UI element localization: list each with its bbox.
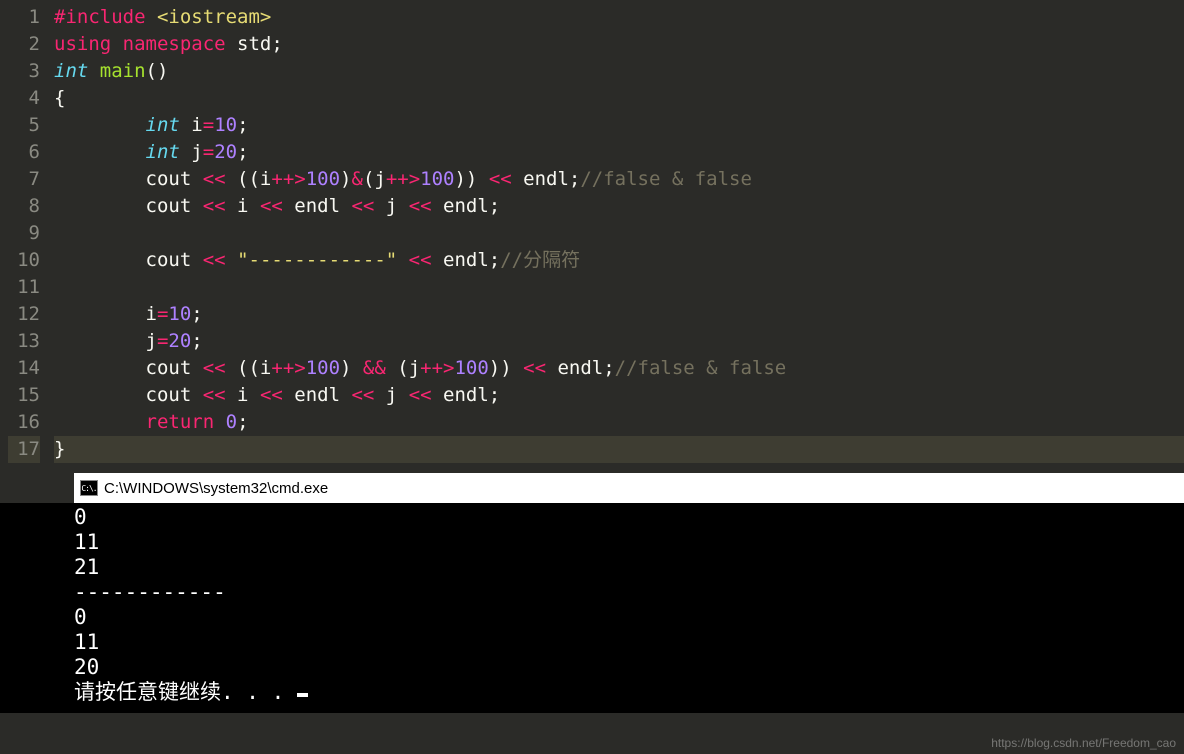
code-editor[interactable]: 1234567891011121314151617 #include <iost…: [0, 0, 1184, 467]
line-number: 5: [8, 112, 40, 139]
code-line[interactable]: int i=10;: [54, 112, 1184, 139]
terminal-window: C:\. C:\WINDOWS\system32\cmd.exe 0 11 21…: [0, 473, 1184, 713]
watermark: https://blog.csdn.net/Freedom_cao: [991, 736, 1176, 750]
line-number: 17: [8, 436, 40, 463]
terminal-text: 0 11 21 ------------ 0 11 20 请按任意键继续. . …: [74, 505, 297, 704]
line-number: 4: [8, 85, 40, 112]
terminal-cursor: [297, 693, 308, 697]
code-line[interactable]: [54, 274, 1184, 301]
cmd-icon: C:\.: [80, 480, 98, 496]
code-line[interactable]: using namespace std;: [54, 31, 1184, 58]
line-number: 14: [8, 355, 40, 382]
code-line[interactable]: cout << ((i++>100) && (j++>100)) << endl…: [54, 355, 1184, 382]
line-number: 7: [8, 166, 40, 193]
code-line[interactable]: cout << "------------" << endl;//分隔符: [54, 247, 1184, 274]
code-line[interactable]: [54, 220, 1184, 247]
line-number: 6: [8, 139, 40, 166]
code-line[interactable]: return 0;: [54, 409, 1184, 436]
line-number: 16: [8, 409, 40, 436]
line-number: 3: [8, 58, 40, 85]
code-line[interactable]: cout << ((i++>100)&(j++>100)) << endl;//…: [54, 166, 1184, 193]
line-number: 9: [8, 220, 40, 247]
line-number: 11: [8, 274, 40, 301]
code-area[interactable]: #include <iostream>using namespace std;i…: [54, 0, 1184, 467]
code-line[interactable]: cout << i << endl << j << endl;: [54, 382, 1184, 409]
code-line[interactable]: int j=20;: [54, 139, 1184, 166]
line-number: 1: [8, 4, 40, 31]
line-number: 2: [8, 31, 40, 58]
line-number: 13: [8, 328, 40, 355]
code-line[interactable]: i=10;: [54, 301, 1184, 328]
line-number: 10: [8, 247, 40, 274]
line-number: 15: [8, 382, 40, 409]
code-line[interactable]: j=20;: [54, 328, 1184, 355]
code-line[interactable]: #include <iostream>: [54, 4, 1184, 31]
terminal-output[interactable]: 0 11 21 ------------ 0 11 20 请按任意键继续. . …: [0, 503, 1184, 713]
code-line[interactable]: }: [54, 436, 1184, 463]
terminal-title: C:\WINDOWS\system32\cmd.exe: [104, 480, 328, 497]
line-number: 12: [8, 301, 40, 328]
code-line[interactable]: cout << i << endl << j << endl;: [54, 193, 1184, 220]
terminal-titlebar[interactable]: C:\. C:\WINDOWS\system32\cmd.exe: [74, 473, 1184, 503]
line-number: 8: [8, 193, 40, 220]
code-line[interactable]: int main(): [54, 58, 1184, 85]
line-number-gutter: 1234567891011121314151617: [0, 0, 54, 467]
code-line[interactable]: {: [54, 85, 1184, 112]
